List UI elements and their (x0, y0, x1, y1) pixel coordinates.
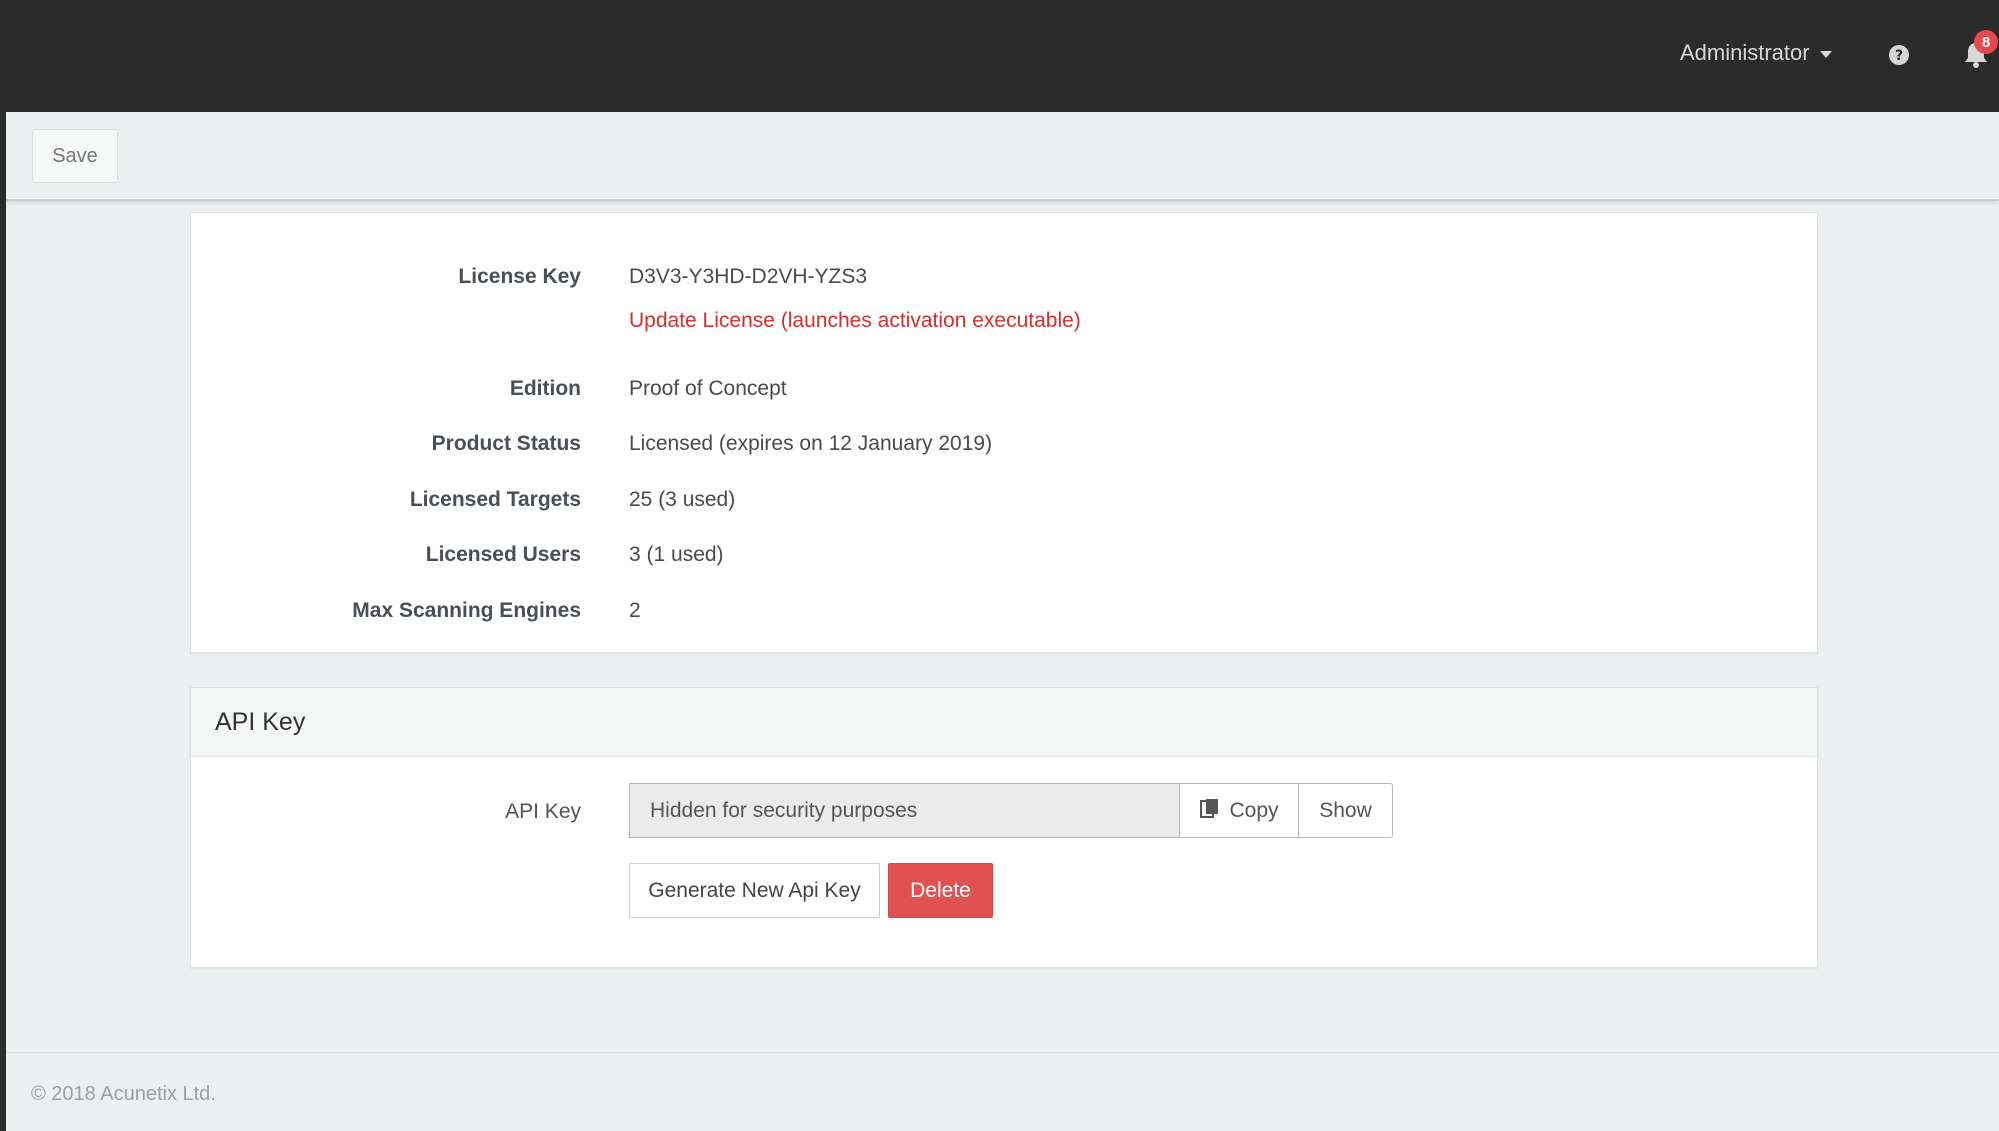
user-menu[interactable]: Administrator (1680, 40, 1832, 66)
max-scanning-engines-value: 2 (629, 599, 641, 622)
license-key-value: D3V3-Y3HD-D2VH-YZS3 (629, 265, 868, 288)
footer: © 2018 Acunetix Ltd. (6, 1052, 1999, 1131)
licensed-users-value: 3 (1 used) (629, 543, 724, 566)
user-menu-label: Administrator (1680, 40, 1810, 65)
update-license-link[interactable]: Update License (launches activation exec… (629, 309, 1081, 333)
main-content: Save License Key D3V3-Y3HD-D2VH-YZS3 Upd… (6, 112, 1999, 1131)
caret-down-icon (1819, 51, 1832, 58)
delete-api-key-button[interactable]: Delete (888, 863, 993, 918)
licensed-targets-label: Licensed Targets (409, 488, 581, 511)
help-icon[interactable]: ? (1888, 44, 1910, 66)
copyright-text: © 2018 Acunetix Ltd. (31, 1083, 216, 1105)
copy-button[interactable]: Copy (1179, 783, 1299, 838)
api-key-field[interactable]: Hidden for security purposes (629, 783, 1179, 838)
copy-button-label: Copy (1229, 798, 1279, 822)
show-button[interactable]: Show (1299, 783, 1393, 838)
licensed-targets-value: 25 (3 used) (629, 488, 736, 511)
licensed-users-label: Licensed Users (425, 543, 581, 566)
action-toolbar: Save (6, 112, 1999, 201)
edition-label: Edition (509, 377, 581, 400)
generate-api-key-button[interactable]: Generate New Api Key (629, 863, 880, 918)
save-button[interactable]: Save (32, 129, 118, 183)
top-navbar: Administrator ? 8 (0, 0, 1999, 112)
edition-value: Proof of Concept (629, 377, 787, 400)
clipboard-copy-icon (1199, 797, 1221, 825)
license-panel: License Key D3V3-Y3HD-D2VH-YZS3 Update L… (190, 212, 1818, 653)
product-status-label: Product Status (431, 432, 581, 455)
api-key-panel: API Key API Key Hidden for security purp… (190, 687, 1818, 968)
api-key-input-group: Hidden for security purposes Copy Show (629, 783, 1393, 838)
max-scanning-engines-label: Max Scanning Engines (352, 599, 581, 622)
license-key-label: License Key (458, 265, 581, 288)
product-status-value: Licensed (expires on 12 January 2019) (629, 432, 993, 455)
api-key-panel-title: API Key (215, 708, 306, 736)
svg-text:?: ? (1895, 48, 1903, 64)
notification-badge: 8 (1974, 30, 1998, 54)
api-key-label: API Key (505, 800, 581, 823)
api-key-panel-header: API Key (191, 688, 1817, 757)
